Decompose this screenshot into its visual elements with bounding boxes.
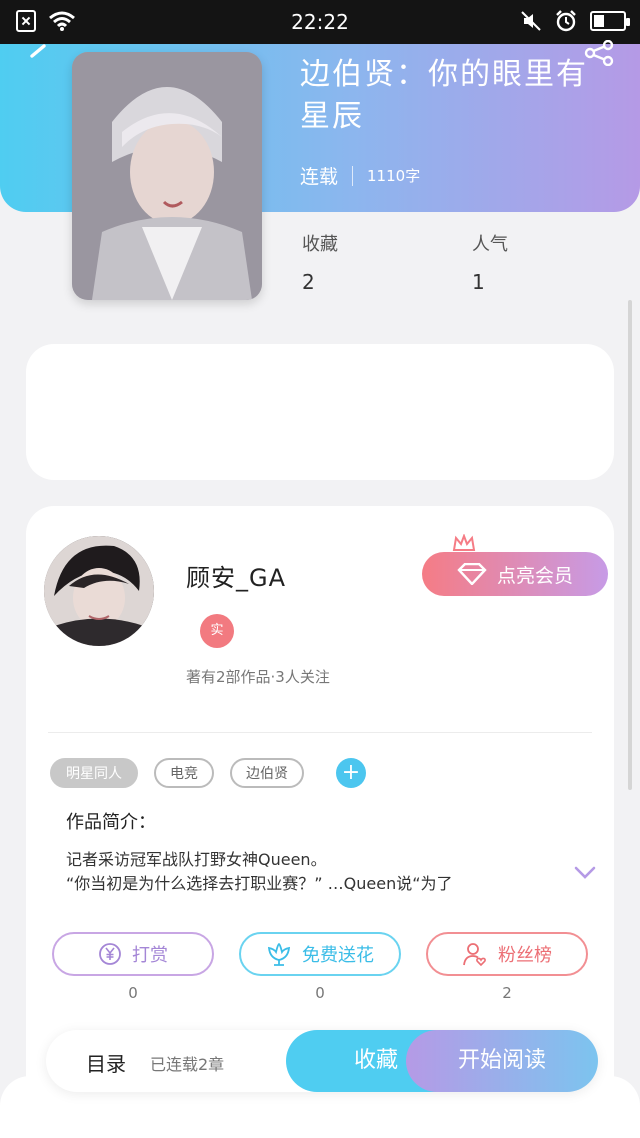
toc-button[interactable]: 目录 bbox=[86, 1048, 126, 1077]
flower-count: 0 bbox=[315, 984, 325, 1002]
intro-line-1: 记者采访冠军战队打野女神Queen。 bbox=[66, 850, 327, 869]
popularity-stat: 人气 1 bbox=[472, 230, 508, 294]
fan-ranking-label: 粉丝榜 bbox=[498, 945, 552, 966]
author-stats: 著有2部作品·3人关注 bbox=[186, 668, 330, 686]
favorites-label: 收藏 bbox=[302, 234, 338, 255]
fan-user-icon bbox=[463, 943, 486, 967]
send-flower-button[interactable]: 免费送花 bbox=[239, 932, 401, 976]
tag-2[interactable]: 边伯贤 bbox=[230, 758, 304, 788]
tip-label: 打赏 bbox=[132, 945, 168, 966]
popularity-value: 1 bbox=[472, 270, 485, 294]
start-reading-button[interactable]: 开始阅读 bbox=[406, 1030, 598, 1092]
mute-icon bbox=[521, 11, 541, 31]
empty-card bbox=[26, 344, 614, 480]
tag-0[interactable]: 明星同人 bbox=[50, 758, 138, 788]
favorites-stat: 收藏 2 bbox=[302, 230, 338, 294]
verified-badge: 实 bbox=[200, 614, 234, 648]
tag-1[interactable]: 电竞 bbox=[154, 758, 214, 788]
scrollbar[interactable] bbox=[628, 300, 632, 790]
yuan-icon bbox=[99, 943, 121, 965]
crown-icon bbox=[452, 534, 476, 551]
send-flower-label: 免费送花 bbox=[302, 945, 374, 966]
fan-ranking-button[interactable]: 粉丝榜 bbox=[426, 932, 588, 976]
book-title: 边伯贤：你的眼里有星辰 bbox=[300, 57, 588, 134]
alarm-icon bbox=[556, 10, 576, 32]
tip-button[interactable]: 打赏 bbox=[52, 932, 214, 976]
intro-heading: 作品简介： bbox=[66, 812, 156, 833]
intro-text: 记者采访冠军战队打野女神Queen。 “你当初是为什么选择去打职业赛？” …Qu… bbox=[66, 848, 566, 896]
battery-icon bbox=[590, 11, 630, 31]
fan-count: 2 bbox=[502, 984, 512, 1002]
add-tag-button[interactable]: + bbox=[336, 758, 366, 788]
status-bar: 22:22 bbox=[0, 0, 640, 44]
book-status: 连载 bbox=[300, 166, 339, 188]
tag-list: 明星同人 电竞 边伯贤 + bbox=[50, 758, 366, 788]
bottom-action-bar: 目录 已连载2章 收藏 开始阅读 bbox=[46, 1030, 598, 1092]
vip-button[interactable]: 点亮会员 bbox=[422, 552, 608, 596]
book-meta: 连载 1110字 bbox=[300, 162, 420, 189]
tip-count: 0 bbox=[128, 984, 138, 1002]
vip-button-label: 点亮会员 bbox=[496, 564, 573, 587]
chevron-down-icon[interactable] bbox=[574, 866, 596, 880]
serial-status: 已连载2章 bbox=[150, 1055, 225, 1074]
book-word-count: 1110字 bbox=[367, 167, 421, 185]
author-avatar[interactable] bbox=[44, 536, 154, 646]
intro-line-2: “你当初是为什么选择去打职业赛？” …Queen说“为了 bbox=[66, 874, 453, 893]
favorites-value: 2 bbox=[302, 270, 315, 294]
author-name[interactable]: 顾安_GA bbox=[186, 558, 286, 593]
back-icon[interactable] bbox=[26, 44, 48, 66]
divider bbox=[48, 732, 592, 733]
popularity-label: 人气 bbox=[472, 234, 508, 255]
meta-divider bbox=[352, 165, 354, 186]
flower-icon bbox=[267, 943, 291, 966]
diamond-icon bbox=[457, 563, 487, 585]
book-cover[interactable] bbox=[72, 52, 262, 300]
